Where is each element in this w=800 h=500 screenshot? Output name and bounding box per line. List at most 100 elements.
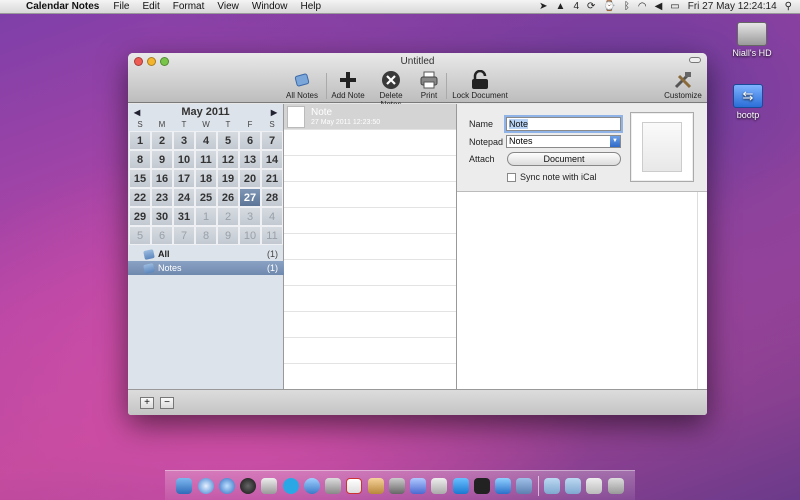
print-button[interactable]: Print (416, 70, 442, 100)
calendar-day[interactable]: 2 (217, 207, 239, 226)
calendar-day[interactable]: 17 (173, 169, 195, 188)
lock-document-button[interactable]: Lock Document (452, 70, 508, 100)
blackberry-icon[interactable] (473, 477, 490, 494)
sync-ical-checkbox[interactable] (507, 172, 516, 182)
twitter-icon[interactable] (452, 477, 469, 494)
calendar-day[interactable]: 20 (239, 169, 261, 188)
all-notes-button[interactable]: All Notes (284, 70, 320, 100)
battery-icon[interactable]: ▭ (670, 1, 679, 12)
calendar-day[interactable]: 25 (195, 188, 217, 207)
calendar-day[interactable]: 31 (173, 207, 195, 226)
wifi-icon[interactable]: ◠ (638, 1, 647, 12)
safari-icon[interactable] (197, 477, 214, 494)
calendar-day[interactable]: 21 (261, 169, 283, 188)
menu-view[interactable]: View (217, 1, 239, 12)
attachment-preview[interactable] (630, 112, 694, 182)
source-item-notes[interactable]: Notes (1) (128, 261, 284, 275)
calendar-day[interactable]: 12 (217, 150, 239, 169)
calendar-day[interactable]: 10 (173, 150, 195, 169)
toolbar-toggle-button[interactable] (689, 57, 701, 63)
bluetooth-icon[interactable]: ᛒ (624, 1, 630, 12)
calendar-day[interactable]: 18 (195, 169, 217, 188)
volume-icon[interactable]: ◀ (655, 1, 663, 12)
calendar-day[interactable]: 11 (261, 226, 283, 245)
calendar-day[interactable]: 22 (129, 188, 151, 207)
app-store-icon[interactable] (218, 477, 235, 494)
calendar-day[interactable]: 2 (151, 131, 173, 150)
calendar-day[interactable]: 5 (129, 226, 151, 245)
menu-format[interactable]: Format (173, 1, 205, 12)
calendar-day[interactable]: 30 (151, 207, 173, 226)
add-notepad-button[interactable]: + (140, 397, 154, 409)
calendar-day[interactable]: 3 (239, 207, 261, 226)
remove-notepad-button[interactable]: − (160, 397, 174, 409)
attach-document-button[interactable]: Document (507, 152, 621, 166)
desktop-icon-bootp[interactable]: ⇆ bootp (718, 84, 778, 120)
calendar-day[interactable]: 5 (217, 131, 239, 150)
calendar-day[interactable]: 7 (261, 131, 283, 150)
calendar-day[interactable]: 1 (195, 207, 217, 226)
calendar-day[interactable]: 27 (239, 188, 261, 207)
calendar-day[interactable]: 3 (173, 131, 195, 150)
calendar-day[interactable]: 16 (151, 169, 173, 188)
mail-icon[interactable] (261, 477, 278, 494)
name-field[interactable]: Note (506, 117, 621, 131)
adobe-status-icon[interactable]: ▲ (556, 1, 566, 12)
itunes-icon[interactable] (303, 477, 320, 494)
calendar-day[interactable]: 4 (195, 131, 217, 150)
utility-icon[interactable] (388, 477, 405, 494)
customize-button[interactable]: Customize (664, 70, 702, 100)
preview-icon[interactable] (325, 477, 341, 494)
calendar-day[interactable]: 1 (129, 131, 151, 150)
calendar-day[interactable]: 4 (261, 207, 283, 226)
applications-folder-icon[interactable] (543, 477, 560, 494)
finder-icon[interactable] (176, 477, 193, 494)
menu-edit[interactable]: Edit (142, 1, 159, 12)
add-note-button[interactable]: Add Note (330, 70, 366, 100)
tools-app-icon[interactable] (431, 477, 448, 494)
calendar-day[interactable]: 14 (261, 150, 283, 169)
documents-folder-icon[interactable] (565, 477, 581, 494)
sync-status-icon[interactable]: ⟳ (587, 1, 595, 12)
cursor-status-icon[interactable]: ➤ (539, 1, 547, 12)
menu-file[interactable]: File (113, 1, 129, 12)
desktop-icon-hd[interactable]: Niall's HD (722, 22, 782, 58)
calendar-day[interactable]: 24 (173, 188, 195, 207)
calendar-day[interactable]: 15 (129, 169, 151, 188)
word-icon[interactable] (410, 477, 426, 494)
notepad-select[interactable]: Notes ▼ (506, 135, 621, 148)
calendar-day[interactable]: 9 (217, 226, 239, 245)
sync-ical-checkbox-row[interactable]: Sync note with iCal (507, 172, 597, 182)
calendar-notes-app-icon[interactable] (516, 477, 533, 494)
calendar-day[interactable]: 7 (173, 226, 195, 245)
app-menu[interactable]: Calendar Notes (26, 1, 99, 12)
list-item[interactable]: Note 27 May 2011 12:23:50 (284, 104, 456, 130)
menu-window[interactable]: Window (252, 1, 288, 12)
battery-indicator[interactable]: 4 (573, 1, 579, 12)
dashboard-icon[interactable] (240, 477, 256, 494)
spotlight-search-icon[interactable]: ⚲ (785, 1, 792, 12)
calendar-day[interactable]: 6 (151, 226, 173, 245)
xcode-icon[interactable] (495, 477, 511, 494)
time-machine-icon[interactable]: ⌚ (603, 1, 615, 12)
trash-icon[interactable] (607, 477, 624, 494)
calendar-day[interactable]: 8 (129, 150, 151, 169)
calendar-day[interactable]: 23 (151, 188, 173, 207)
calendar-day[interactable]: 26 (217, 188, 239, 207)
photos-icon[interactable] (367, 477, 384, 494)
next-month-icon[interactable]: ▶ (271, 108, 277, 117)
calendar-day[interactable]: 11 (195, 150, 217, 169)
calendar-day[interactable]: 28 (261, 188, 283, 207)
calendar-day[interactable]: 9 (151, 150, 173, 169)
calendar-icon[interactable] (346, 477, 363, 494)
calendar-day[interactable]: 13 (239, 150, 261, 169)
calendar-day[interactable]: 8 (195, 226, 217, 245)
previous-month-icon[interactable]: ◀ (134, 108, 140, 117)
window-titlebar[interactable]: Untitled All Notes Add Note Delete Notes (128, 53, 707, 109)
calendar-day[interactable]: 10 (239, 226, 261, 245)
menubar-clock[interactable]: Fri 27 May 12:24:14 (688, 1, 777, 12)
note-text-editor[interactable] (457, 193, 697, 389)
calendar-day[interactable]: 29 (129, 207, 151, 226)
downloads-stack-icon[interactable] (586, 477, 603, 494)
calendar-day[interactable]: 6 (239, 131, 261, 150)
